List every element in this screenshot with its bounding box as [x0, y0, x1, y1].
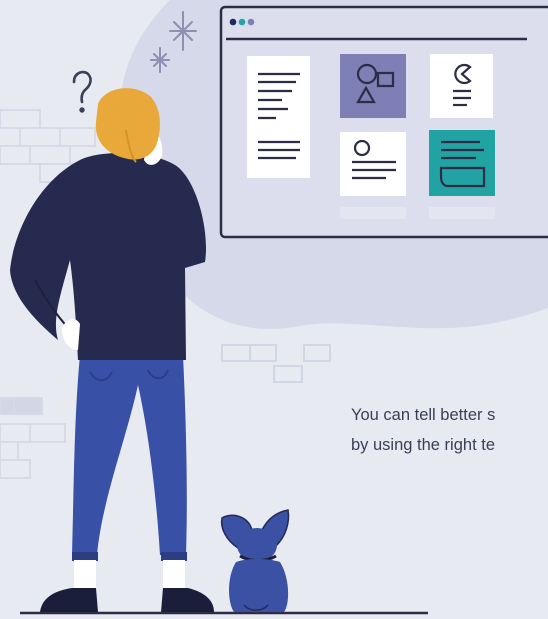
shoe-left — [40, 588, 98, 612]
card-teal-media — [429, 130, 495, 196]
dog-figure — [220, 509, 290, 612]
caption-line-1: You can tell better s — [351, 406, 496, 424]
card-shapes — [340, 54, 406, 118]
brick-wall-lower-left — [0, 397, 66, 479]
hair — [95, 88, 160, 160]
placeholder-bar — [429, 207, 495, 219]
card-text-document — [247, 56, 310, 178]
window-dots-icon — [229, 18, 255, 26]
browser-window — [219, 5, 548, 239]
question-mark-icon — [72, 70, 92, 113]
shoe-right — [161, 588, 214, 612]
dog-body — [229, 559, 289, 612]
brick-wall-middle — [221, 344, 331, 383]
placeholder-bar — [340, 207, 406, 219]
caption-text: You can tell better s by using the right… — [351, 400, 548, 460]
card-pie-chart — [430, 54, 493, 118]
card-profile — [340, 132, 406, 196]
illustration — [0, 0, 548, 615]
caption-line-2: by using the right te — [351, 436, 496, 454]
jeans — [72, 355, 187, 555]
hand-left — [62, 319, 80, 350]
